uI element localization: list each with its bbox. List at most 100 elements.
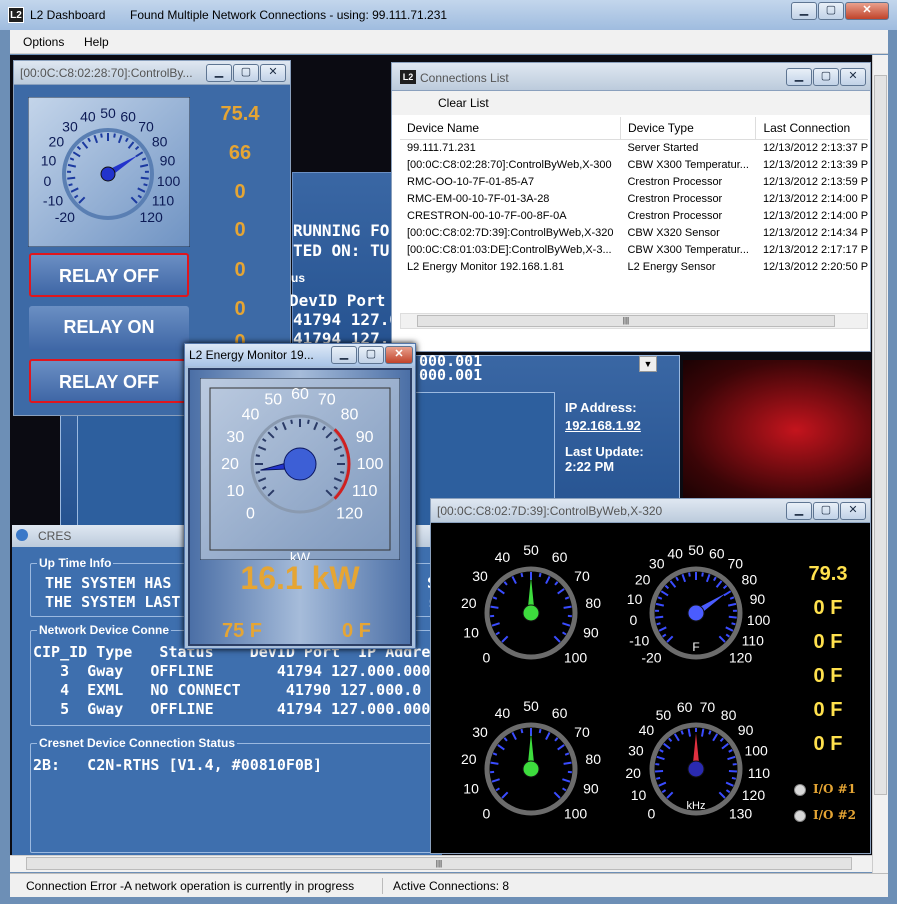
gauge-tick xyxy=(100,133,103,138)
close-button[interactable]: ✕ xyxy=(260,64,286,82)
gauge-tick-label: 0 xyxy=(43,173,51,189)
status-divider xyxy=(382,878,383,894)
minimize-button[interactable]: ▁ xyxy=(786,68,812,86)
gauge-tick xyxy=(340,454,345,457)
gauge-hub xyxy=(687,604,705,622)
close-button[interactable]: ✕ xyxy=(840,68,866,86)
gauge-tick-label: -10 xyxy=(629,632,649,648)
gauge-tick xyxy=(68,183,73,187)
column-header-last-connection[interactable]: Last Connection xyxy=(755,117,868,140)
gauge-tick-label: 30 xyxy=(472,724,488,740)
cresnet-status-row: 2B: C2N-RTHS [V1.4, #00810F0B] xyxy=(33,756,322,774)
gauge-tick-label: 120 xyxy=(139,209,163,225)
cell-device-name: [00:0C:C8:01:03:DE]:ControlByWeb,X-3... xyxy=(407,243,612,256)
relay-on-button[interactable]: RELAY ON xyxy=(29,306,189,350)
cell-device-name: RMC-OO-10-7F-01-85-A7 xyxy=(407,175,535,188)
connection-row[interactable]: L2 Energy Monitor 192.168.1.81 L2 Energy … xyxy=(400,258,868,275)
gauge-tick-label: 60 xyxy=(120,108,136,124)
background-status-window: RUNNING FO TED ON: TU us DevID Port 4179… xyxy=(289,172,399,362)
column-header-device-type[interactable]: Device Type xyxy=(620,117,757,140)
gauge-tick-label: 70 xyxy=(574,568,590,584)
cell-device-type: CBW X300 Temperatur... xyxy=(627,243,749,256)
cresnet-status-title: Cresnet Device Connection Status xyxy=(37,736,238,750)
gauge-tick xyxy=(553,635,561,643)
connection-row[interactable]: 99.111.71.231 Server Started 12/13/2012 2:… xyxy=(400,139,868,156)
gauge-tick-label: 20 xyxy=(49,134,65,150)
cell-device-name: CRESTRON-00-10-7F-00-8F-0A xyxy=(407,209,567,222)
gauge-tick xyxy=(725,626,734,632)
x320-value: 0 F xyxy=(813,733,843,755)
maximize-button[interactable]: ▢ xyxy=(358,346,384,364)
x320-title: [00:0C:C8:02:7D:39]:ControlByWeb,X-320 xyxy=(437,504,663,518)
x320-window: [00:0C:C8:02:7D:39]:ControlByWeb,X-320 ▁… xyxy=(430,498,871,854)
x320-value: 0 F xyxy=(813,699,843,721)
connection-row[interactable]: [00:0C:C8:01:03:DE]:ControlByWeb,X-3... C… xyxy=(400,241,868,258)
connections-hscrollbar[interactable]: ||| xyxy=(400,313,868,329)
minimize-button[interactable]: ▁ xyxy=(331,346,357,364)
app-logo: L2 xyxy=(8,7,24,23)
io1-radio[interactable] xyxy=(794,784,806,796)
gauge-tick xyxy=(713,576,717,582)
menu-help[interactable]: Help xyxy=(84,35,109,49)
gauge-tick-label: 10 xyxy=(631,787,647,803)
maximize-button[interactable]: ▢ xyxy=(818,2,844,20)
menu-options[interactable]: Options xyxy=(23,35,64,49)
cbw1-value: 0 xyxy=(234,181,246,203)
gauge-tick xyxy=(490,761,499,765)
gauge-unit-label: F xyxy=(692,640,699,654)
dropdown-arrow-icon[interactable]: ▼ xyxy=(639,356,657,372)
connection-row[interactable]: [00:0C:C8:02:28:70]:ControlByWeb,X-300 CB… xyxy=(400,156,868,173)
gauge-tick xyxy=(69,157,75,161)
energy-panel: 0 10 20 30 40 50 60 70 80 90 100 110 120 kW 16.1 kW 7… xyxy=(188,368,412,646)
scrollbar-thumb[interactable] xyxy=(874,75,887,795)
minimize-button[interactable]: ▁ xyxy=(786,502,812,520)
cbw1-value: 66 xyxy=(228,142,252,164)
connection-row[interactable]: CRESTRON-00-10-7F-00-8F-0A Crestron Proce… xyxy=(400,207,868,224)
gauge-tick xyxy=(501,791,509,799)
minimize-button[interactable]: ▁ xyxy=(206,64,232,82)
gauge-tick xyxy=(503,737,508,742)
minimize-button[interactable]: ▁ xyxy=(791,2,817,20)
gauge-tick xyxy=(731,622,736,626)
x320-window-controls: ▁ ▢ ✕ xyxy=(786,502,866,520)
connection-row[interactable]: RMC-OO-10-7F-01-85-A7 Crestron Processor 1… xyxy=(400,173,868,190)
maximize-button[interactable]: ▢ xyxy=(813,502,839,520)
io2-radio[interactable] xyxy=(794,810,806,822)
scrollbar-thumb[interactable]: ||| xyxy=(26,857,852,870)
gauge-tick-label: 40 xyxy=(80,108,96,124)
column-header-device-name[interactable]: Device Name xyxy=(400,117,621,140)
close-button[interactable]: ✕ xyxy=(845,2,889,20)
connection-row[interactable]: [00:0C:C8:02:7D:39]:ControlByWeb,X-320 CB… xyxy=(400,224,868,241)
gauge-tick-label: 80 xyxy=(585,751,601,767)
gauge-tick-label: 110 xyxy=(742,632,765,648)
gauge-tick xyxy=(554,581,559,586)
uptime-line-2: THE SYSTEM LAST xyxy=(45,593,181,611)
gauge-tick xyxy=(731,776,737,780)
cell-last-connection: 12/13/2012 2:14:34 PM xyxy=(762,226,868,239)
menu-bar: Options Help xyxy=(10,30,888,54)
cell-device-type: L2 Energy Sensor xyxy=(627,260,716,273)
maximize-button[interactable]: ▢ xyxy=(233,64,259,82)
clear-list-button[interactable]: Clear List xyxy=(438,96,489,110)
main-hscrollbar[interactable]: ||| xyxy=(10,855,872,872)
close-button[interactable]: ✕ xyxy=(840,502,866,520)
scrollbar-thumb[interactable]: ||| xyxy=(417,315,835,327)
main-vscrollbar[interactable] xyxy=(872,55,888,873)
maximize-button[interactable]: ▢ xyxy=(813,68,839,86)
relay-off-button-2[interactable]: RELAY OFF xyxy=(29,359,189,403)
gauge-tick-label: -20 xyxy=(641,650,661,666)
connections-table-wrap: Device Name Device Type Last Connection … xyxy=(400,117,868,327)
gauge-tick-label: 130 xyxy=(729,806,753,822)
connections-logo: L2 xyxy=(400,70,416,84)
cell-last-connection: 12/13/2012 2:13:39 PM xyxy=(762,158,868,171)
gauge-tick-label: -10 xyxy=(43,192,63,208)
gauge-tick-label: 40 xyxy=(495,705,511,721)
close-button[interactable]: ✕ xyxy=(385,346,413,364)
relay-off-button-1[interactable]: RELAY OFF xyxy=(29,253,189,297)
gauge-tick-label: 20 xyxy=(635,571,651,587)
gauge-tick xyxy=(712,733,719,742)
gauge-tick xyxy=(557,744,565,751)
gauge-tick-label: 60 xyxy=(677,699,693,715)
cell-last-connection: 12/13/2012 2:17:17 PM xyxy=(762,243,868,256)
connection-row[interactable]: RMC-EM-00-10-7F-01-3A-28 Crestron Process… xyxy=(400,190,868,207)
